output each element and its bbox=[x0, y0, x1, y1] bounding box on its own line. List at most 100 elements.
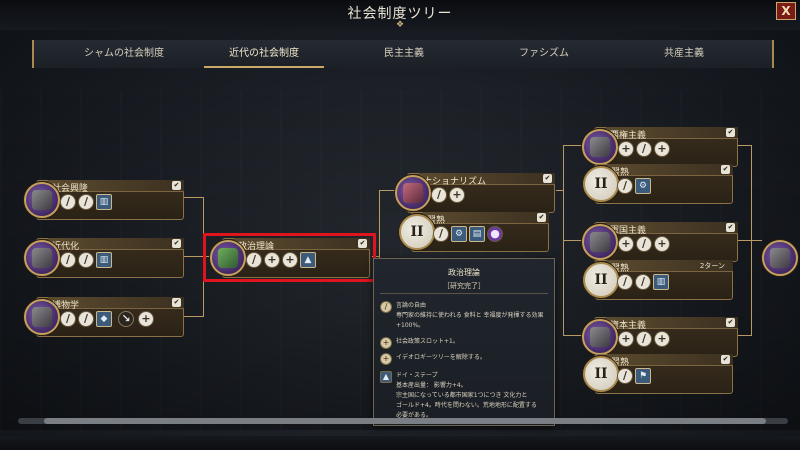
horizontal-scrollbar[interactable] bbox=[18, 418, 788, 424]
connector-line bbox=[563, 240, 583, 241]
tooltip-row: ▲ ドイ・ステープ 基本産出量： 影響力+4。 宗主国になっている都市国家1つに… bbox=[380, 371, 548, 425]
plus-icon: + bbox=[380, 353, 392, 365]
policy-tooltip: 政治理論 ［研究完了］ ∕ 言論の自由 専門家の維持に使われる 食料と 幸福度が… bbox=[373, 258, 555, 426]
quill-slot-icon[interactable]: ∕ bbox=[78, 311, 94, 327]
node-mastery-d[interactable]: 習熟 ✔ II ∕ ⚑ bbox=[583, 354, 733, 394]
connector-line bbox=[738, 335, 752, 336]
node-nationalism[interactable]: ナショナリズム ✔ ∕ + bbox=[395, 173, 555, 213]
tooltip-line: 言論の自由 bbox=[396, 302, 427, 309]
tooltip-title: 政治理論 bbox=[448, 268, 480, 277]
connector-line bbox=[738, 145, 752, 146]
check-icon: ✔ bbox=[726, 223, 735, 232]
node-modernization[interactable]: 近代化 ✔ ∕ ∕ ▥ bbox=[24, 238, 184, 278]
quill-slot-icon[interactable]: ∕ bbox=[617, 368, 633, 384]
cannon-icon bbox=[582, 129, 618, 165]
purple-gem-slot-icon[interactable]: ● bbox=[487, 226, 503, 242]
node-mastery-a[interactable]: 習熟 ✔ II ∕ ⚙ ▤ ● bbox=[399, 212, 549, 252]
quill-slot-icon[interactable]: ∕ bbox=[60, 194, 76, 210]
node-capitalism[interactable]: 資本主義 ✔ + ∕ + bbox=[582, 317, 738, 357]
plus-icon: + bbox=[380, 337, 392, 349]
monument-slot-icon[interactable]: ▥ bbox=[96, 194, 112, 210]
node-social-system[interactable]: 社会興隆 ✔ ∕ ∕ ▥ bbox=[24, 180, 184, 220]
telescope-slot-icon[interactable]: ↘ bbox=[118, 311, 134, 327]
roman-two-icon: II bbox=[399, 214, 435, 250]
tab-modern-social-policy[interactable]: 近代の社会制度 bbox=[194, 40, 334, 68]
node-mastery-c[interactable]: 習熟 2ターン II ∕ ∕ ▥ bbox=[583, 260, 733, 300]
turns-remaining: 2ターン bbox=[699, 262, 725, 270]
check-icon: ✔ bbox=[721, 165, 730, 174]
plus-slot-icon[interactable]: + bbox=[654, 236, 670, 252]
crowd-icon bbox=[24, 240, 60, 276]
close-button[interactable]: X bbox=[776, 2, 796, 20]
plus-slot-icon[interactable]: + bbox=[618, 331, 634, 347]
next-era-icon[interactable] bbox=[762, 240, 798, 276]
bottom-frame bbox=[0, 436, 800, 450]
node-militarism[interactable]: 軍国主義 ✔ + ∕ + bbox=[582, 222, 738, 262]
tab-bar: シャムの社会制度 近代の社会制度 民主主義 ファシズム 共産主義 bbox=[32, 40, 774, 68]
check-icon: ✔ bbox=[172, 298, 181, 307]
tooltip-line: 基本産出量： 影響力+4。 bbox=[396, 382, 467, 389]
plus-slot-icon[interactable]: + bbox=[654, 331, 670, 347]
tooltip-divider bbox=[380, 293, 548, 294]
plus-slot-icon[interactable]: + bbox=[138, 311, 154, 327]
tooltip-row: + イデオロギーツリーを解除する。 bbox=[380, 353, 548, 365]
tooltip-row: ∕ 言論の自由 専門家の維持に使われる 食料と 幸福度が発揮する効果+100%。 bbox=[380, 301, 548, 331]
plus-slot-icon[interactable]: + bbox=[654, 141, 670, 157]
tooltip-line: 宗主国になっている都市国家1つにつき 文化力と bbox=[396, 392, 528, 399]
quill-slot-icon[interactable]: ∕ bbox=[78, 252, 94, 268]
quill-slot-icon[interactable]: ∕ bbox=[636, 331, 652, 347]
social-policy-tree-screen: 社会制度ツリー ❖ X シャムの社会制度 近代の社会制度 民主主義 ファシズム … bbox=[0, 0, 800, 450]
plus-slot-icon[interactable]: + bbox=[618, 236, 634, 252]
quill-slot-icon[interactable]: ∕ bbox=[431, 187, 447, 203]
flag-slot-icon[interactable]: ⚑ bbox=[635, 368, 651, 384]
roman-two-icon: II bbox=[583, 166, 619, 202]
flag-icon bbox=[395, 175, 431, 211]
connector-line bbox=[184, 316, 204, 317]
plus-slot-icon[interactable]: + bbox=[449, 187, 465, 203]
great-person-slot-icon[interactable]: ◆ bbox=[96, 311, 112, 327]
roman-two-icon: II bbox=[583, 262, 619, 298]
quill-slot-icon[interactable]: ∕ bbox=[60, 311, 76, 327]
gear-slot-icon[interactable]: ⚙ bbox=[451, 226, 467, 242]
quill-slot-icon[interactable]: ∕ bbox=[636, 236, 652, 252]
node-name: ナショナリズム bbox=[423, 177, 487, 187]
scrollbar-thumb[interactable] bbox=[44, 418, 766, 424]
check-icon: ✔ bbox=[172, 181, 181, 190]
plus-slot-icon[interactable]: + bbox=[618, 141, 634, 157]
quill-slot-icon[interactable]: ∕ bbox=[617, 274, 633, 290]
quill-slot-icon[interactable]: ∕ bbox=[433, 226, 449, 242]
tooltip-status: ［研究完了］ bbox=[443, 282, 485, 290]
ship-icon bbox=[24, 299, 60, 335]
tab-democracy[interactable]: 民主主義 bbox=[334, 40, 474, 68]
node-hegemony[interactable]: 覇権主義 ✔ + ∕ + bbox=[582, 127, 738, 167]
building-icon bbox=[24, 182, 60, 218]
quill-slot-icon[interactable]: ∕ bbox=[60, 252, 76, 268]
monument-slot-icon[interactable]: ▥ bbox=[653, 274, 669, 290]
quill-slot-icon[interactable]: ∕ bbox=[636, 141, 652, 157]
tooltip-line: 社会政策スロット+1。 bbox=[396, 338, 459, 345]
check-icon: ✔ bbox=[721, 355, 730, 364]
gear-slot-icon[interactable]: ⚙ bbox=[635, 178, 651, 194]
node-mastery-b[interactable]: 習熟 ✔ II ∕ ⚙ bbox=[583, 164, 733, 204]
roman-two-icon: II bbox=[583, 356, 619, 392]
tab-communism[interactable]: 共産主義 bbox=[614, 40, 754, 68]
node-naturalism[interactable]: 博物学 ✔ ∕ ∕ ◆ ↘ + bbox=[24, 297, 184, 337]
tab-fascism[interactable]: ファシズム bbox=[474, 40, 614, 68]
connector-line bbox=[738, 240, 762, 241]
quill-slot-icon[interactable]: ∕ bbox=[617, 178, 633, 194]
check-icon: ✔ bbox=[543, 174, 552, 183]
tooltip-row: + 社会政策スロット+1。 bbox=[380, 337, 548, 349]
quill-icon: ∕ bbox=[380, 301, 392, 313]
check-icon: ✔ bbox=[726, 128, 735, 137]
quill-slot-icon[interactable]: ∕ bbox=[635, 274, 651, 290]
quill-slot-icon[interactable]: ∕ bbox=[78, 194, 94, 210]
tab-siam-social-policy[interactable]: シャムの社会制度 bbox=[54, 40, 194, 68]
monument-slot-icon[interactable]: ▥ bbox=[96, 252, 112, 268]
connector-line bbox=[184, 197, 204, 198]
factory-icon bbox=[582, 319, 618, 355]
title-bar: 社会制度ツリー ❖ X bbox=[0, 0, 800, 30]
train-slot-icon[interactable]: ▤ bbox=[469, 226, 485, 242]
monument-icon: ▲ bbox=[380, 371, 392, 383]
connector-line bbox=[563, 145, 583, 146]
check-icon: ✔ bbox=[172, 239, 181, 248]
